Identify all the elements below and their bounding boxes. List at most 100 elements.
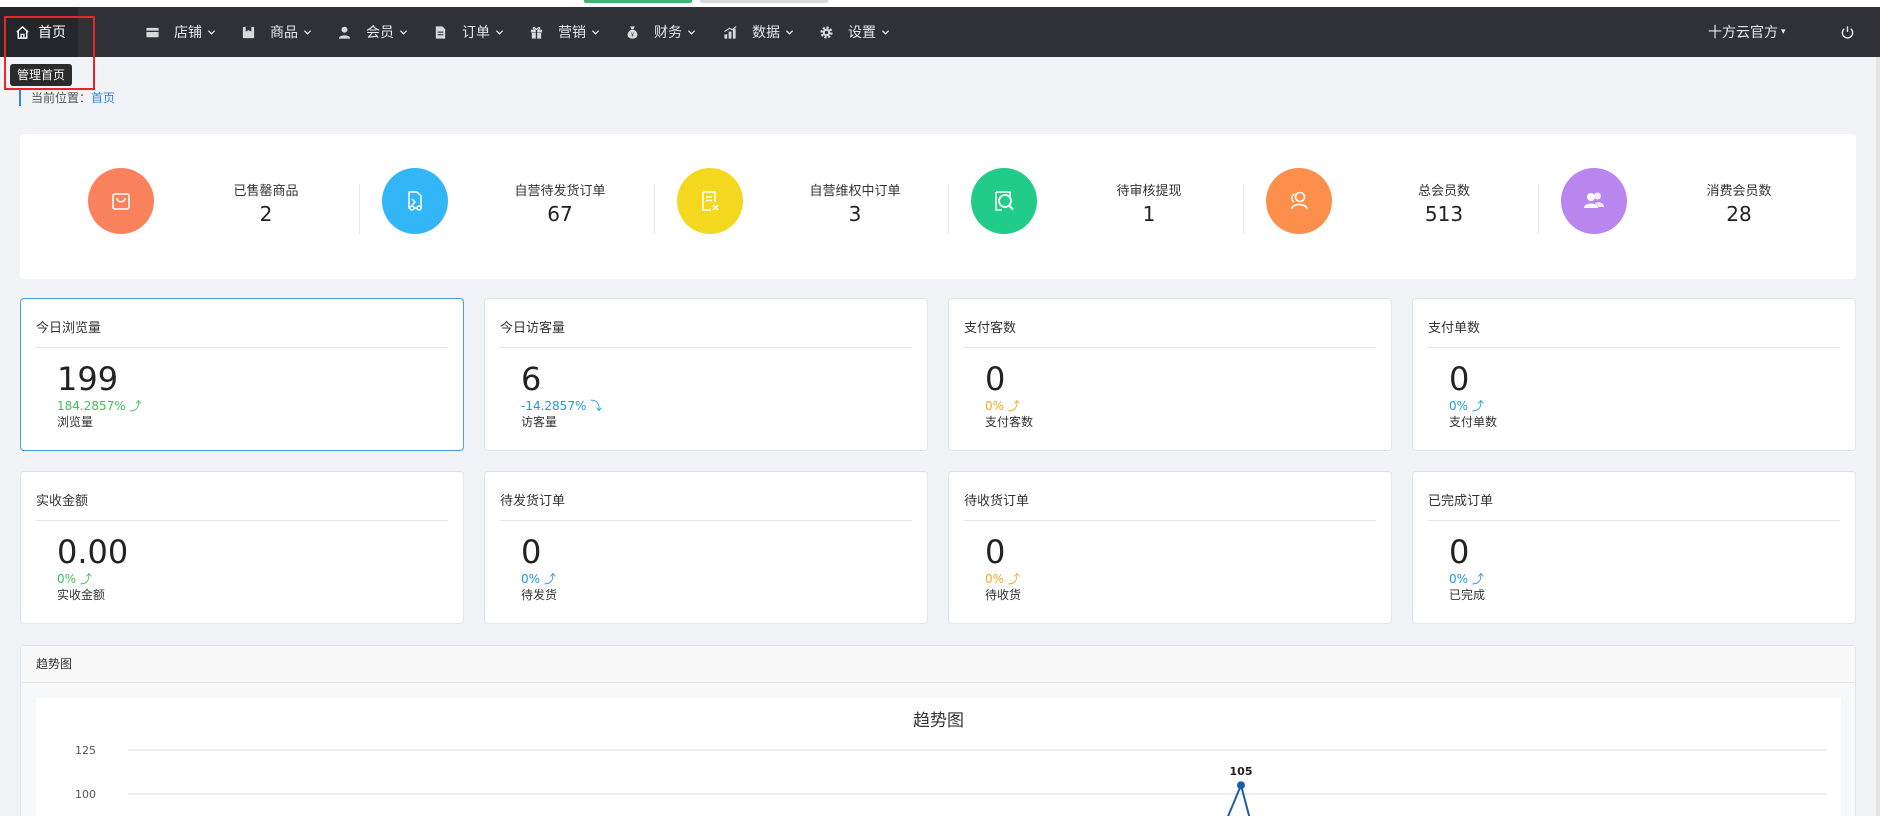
card-percent: 184.2857% ⤴ (57, 399, 142, 413)
nav-item-marketing[interactable]: 营销 (529, 7, 600, 57)
card-divider (1428, 520, 1840, 521)
nav-item-settings[interactable]: 设置 (819, 7, 890, 57)
card-value: 0 (521, 533, 542, 571)
stat-value: 67 (547, 202, 573, 226)
home-tooltip: 管理首页 (10, 64, 73, 86)
svg-text:¥: ¥ (631, 32, 635, 38)
power-icon[interactable] (1840, 25, 1855, 40)
card-today-views[interactable]: 今日浏览量 199 184.2857% ⤴ 浏览量 (20, 298, 464, 451)
card-percent: 0% ⤴ (1449, 399, 1484, 413)
order-icon (433, 25, 448, 40)
breadcrumb: 当前位置：首页 (19, 90, 115, 106)
stat-value: 1 (1142, 202, 1156, 226)
card-actual-revenue[interactable]: 实收金额 0.00 0% ⤴ 实收金额 (20, 471, 464, 624)
scrollbar[interactable] (1876, 57, 1880, 816)
card-value: 0 (985, 533, 1006, 571)
stat-label: 待审核提现 (1116, 184, 1182, 199)
nav-item-data[interactable]: 数据 (723, 7, 794, 57)
gear-icon (819, 25, 834, 40)
account-menu[interactable]: 十方云官方 ▾ (1708, 7, 1786, 57)
chevron-down-icon (399, 28, 408, 37)
card-sub-label: 待发货 (521, 588, 558, 602)
stat-label: 自营待发货订单 (514, 184, 606, 199)
stats-panel: 已售罄商品 2 自营待发货订单 67 自营维权中订单 3 待审核提现 1 总会员… (20, 134, 1856, 279)
card-title: 已完成订单 (1428, 494, 1494, 509)
card-percent: 0% ⤴ (1449, 572, 1484, 586)
nav-item-label: 店铺 (174, 25, 202, 41)
card-title: 今日访客量 (500, 321, 566, 336)
stat-divider (359, 184, 360, 234)
stat-value: 513 (1424, 202, 1464, 226)
nav-item-label: 数据 (752, 25, 780, 41)
account-name: 十方云官方 (1708, 25, 1778, 41)
nav-item-finance[interactable]: ¥ 财务 (625, 7, 696, 57)
browser-top-strip (0, 0, 1880, 7)
goods-icon (241, 25, 256, 40)
card-percent: 0% ⤴ (985, 399, 1020, 413)
card-sub-label: 已完成 (1449, 588, 1486, 602)
trend-chart: 趋势图 100 125 105 (36, 698, 1841, 816)
card-value: 199 (57, 360, 119, 398)
y-tick-label: 125 (75, 744, 96, 757)
card-sub-label: 访客量 (521, 415, 558, 429)
card-percent: 0% ⤴ (985, 572, 1020, 586)
search-doc-icon (971, 168, 1037, 234)
stat-divider (1243, 184, 1244, 234)
home-icon (16, 25, 29, 39)
nav-item-goods[interactable]: 商品 (241, 7, 312, 57)
nav-item-store[interactable]: 店铺 (145, 7, 216, 57)
card-pending-receipt-orders[interactable]: 待收货订单 0 0% ⤴ 待收货 (948, 471, 1392, 624)
nav-item-order[interactable]: 订单 (433, 7, 504, 57)
bag-icon (88, 168, 154, 234)
nav-item-label: 订单 (462, 25, 490, 41)
card-completed-orders[interactable]: 已完成订单 0 0% ⤴ 已完成 (1412, 471, 1856, 624)
card-value: 6 (521, 360, 542, 398)
strip-tab-active (584, 0, 692, 3)
card-title: 待收货订单 (964, 494, 1030, 509)
strip-tab (700, 0, 828, 3)
bar-chart-icon (723, 25, 738, 40)
y-tick-label: 100 (75, 788, 96, 801)
stat-divider (948, 184, 949, 234)
card-divider (500, 347, 912, 348)
data-label: 105 (1230, 765, 1253, 778)
card-title: 实收金额 (36, 494, 89, 509)
stat-value: 3 (848, 202, 862, 226)
card-title: 待发货订单 (500, 494, 566, 509)
nav-home[interactable]: 首页 (0, 7, 78, 57)
card-pending-ship-orders[interactable]: 待发货订单 0 0% ⤴ 待发货 (484, 471, 928, 624)
card-divider (36, 347, 448, 348)
card-sub-label: 支付单数 (1449, 415, 1498, 429)
breadcrumb-link[interactable]: 首页 (91, 91, 115, 105)
card-value: 0 (1449, 360, 1470, 398)
card-percent: 0% ⤴ (57, 572, 92, 586)
nav-item-member[interactable]: 会员 (337, 7, 408, 57)
trend-panel: 趋势图 趋势图 100 125 105 (20, 645, 1856, 816)
card-percent: 0% ⤴ (521, 572, 556, 586)
card-sub-label: 支付客数 (985, 415, 1034, 429)
trend-chart-svg: 100 125 105 (75, 744, 1826, 816)
card-title: 支付单数 (1428, 321, 1481, 336)
top-navbar: 首页 店铺 商品 会员 订单 营销 ¥ 财务 数据 设置 十方云官方 ▾ (0, 7, 1880, 57)
chevron-down-icon (881, 28, 890, 37)
card-value: 0 (985, 360, 1006, 398)
caret-down-icon: ▾ (1781, 27, 1786, 37)
chevron-down-icon (207, 28, 216, 37)
card-divider (964, 520, 1376, 521)
chevron-down-icon (785, 28, 794, 37)
stat-label: 已售罄商品 (233, 184, 299, 199)
stat-label: 自营维权中订单 (809, 184, 901, 199)
card-title: 支付客数 (964, 321, 1017, 336)
card-sub-label: 待收货 (985, 588, 1022, 602)
trend-panel-header: 趋势图 (21, 646, 1855, 683)
breadcrumb-prefix: 当前位置： (31, 91, 92, 105)
data-point[interactable] (1237, 781, 1245, 790)
card-paid-orders[interactable]: 支付单数 0 0% ⤴ 支付单数 (1412, 298, 1856, 451)
card-today-visitors[interactable]: 今日访客量 6 -14.2857% ⤵ 访客量 (484, 298, 928, 451)
stat-value: 2 (259, 202, 273, 226)
card-sub-label: 实收金额 (57, 588, 106, 602)
card-paying-customers[interactable]: 支付客数 0 0% ⤴ 支付客数 (948, 298, 1392, 451)
stat-label: 消费会员数 (1706, 184, 1772, 199)
series-line (1240, 784, 1251, 816)
nav-item-label: 财务 (654, 25, 682, 41)
